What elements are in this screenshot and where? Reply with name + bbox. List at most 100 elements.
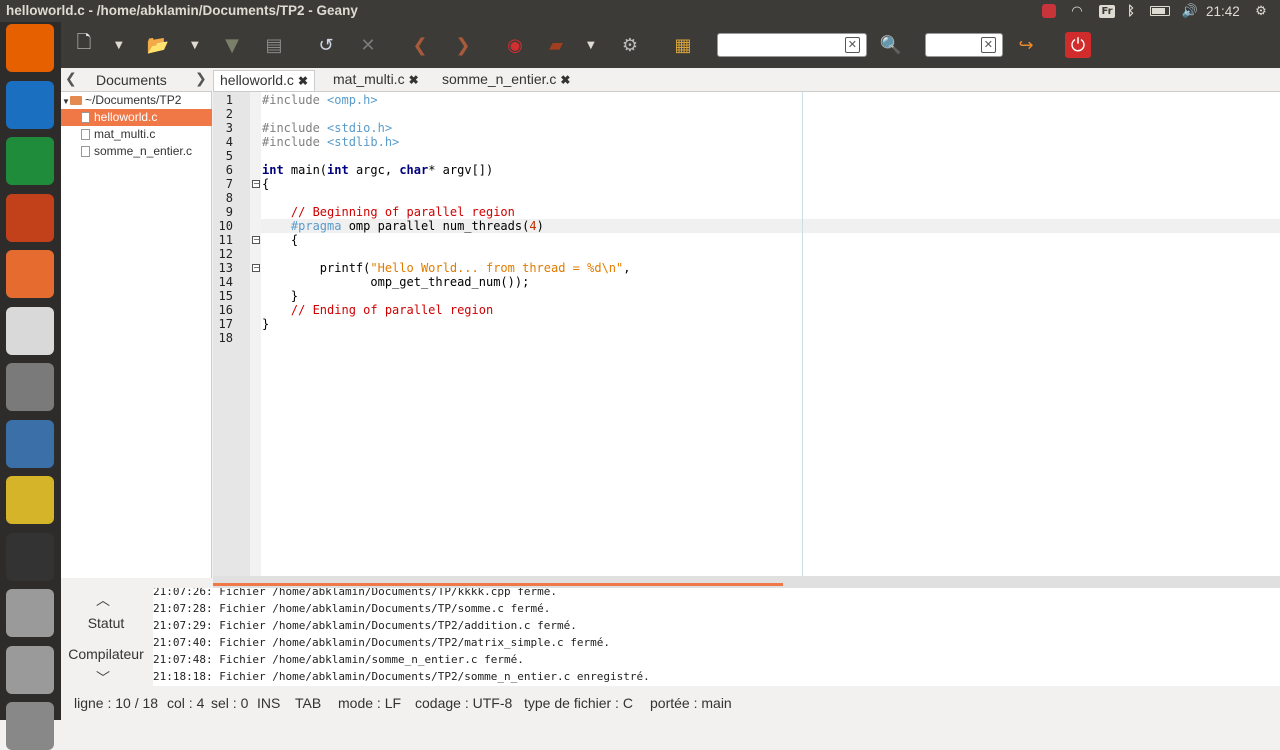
software-center-icon[interactable] — [6, 250, 54, 298]
search-input[interactable]: ✕ — [717, 33, 867, 57]
close-tab-icon[interactable]: ✖ — [560, 73, 570, 87]
save-icon[interactable]: ▼ — [219, 32, 245, 58]
code-token: <omp.h> — [327, 93, 378, 107]
open-dropdown-arrow[interactable]: ▼ — [191, 36, 201, 54]
close-tab-icon[interactable]: ✖ — [298, 74, 308, 88]
code-line[interactable]: #include <stdio.h> — [262, 121, 392, 135]
code-token: #include — [262, 121, 328, 135]
clock[interactable]: 21:42 — [1206, 2, 1240, 20]
execute-icon[interactable]: ⚙ — [617, 32, 643, 58]
fold-toggle-icon[interactable]: − — [252, 180, 260, 188]
folder-row[interactable]: ▼ ~/Documents/TP2 — [61, 92, 212, 109]
revert-icon[interactable]: ↺ — [313, 32, 339, 58]
fold-margin[interactable] — [250, 92, 261, 576]
compile-icon[interactable]: ◉ — [502, 32, 528, 58]
line-number: 9 — [225, 205, 233, 219]
code-token: <stdio.h> — [327, 121, 393, 135]
clear-goto-icon[interactable]: ✕ — [980, 37, 996, 53]
forward-icon[interactable]: ❯ — [450, 32, 476, 58]
log-line: 21:18:18: Fichier /home/abklamin/Documen… — [153, 670, 650, 683]
code-line[interactable]: #include <omp.h> — [262, 93, 378, 107]
top-panel: helloworld.c - /home/abklamin/Documents/… — [0, 0, 1280, 22]
expander-icon[interactable]: ▼ — [62, 93, 70, 110]
terminal-icon[interactable] — [6, 532, 54, 581]
tab-compilateur[interactable]: Compilateur — [61, 646, 151, 662]
file-item[interactable]: helloworld.c — [61, 109, 212, 126]
sidebar-tabbar: ❮ Documents ❯ — [61, 68, 212, 92]
fold-toggle-icon[interactable]: − — [252, 236, 260, 244]
file-item[interactable]: somme_n_entier.c — [61, 143, 212, 160]
tab-statut[interactable]: Statut — [61, 615, 151, 631]
new-dropdown-arrow[interactable]: ▼ — [115, 36, 125, 54]
tab-helloworld[interactable]: helloworld.c ✖ — [213, 70, 315, 91]
code-line[interactable]: { — [262, 233, 298, 247]
code-line[interactable]: int main(int argc, char* argv[]) — [262, 163, 493, 177]
calc-icon[interactable] — [6, 137, 54, 185]
log-line: 21:07:26: Fichier /home/abklamin/Documen… — [153, 588, 557, 598]
battery-icon[interactable] — [1148, 2, 1172, 20]
chevron-up-icon[interactable]: ︿ — [96, 590, 110, 610]
line-number: 5 — [225, 149, 233, 163]
disk-icon[interactable] — [6, 589, 54, 637]
writer-icon[interactable] — [6, 80, 54, 129]
back-icon[interactable]: ❮ — [407, 32, 433, 58]
goto-line-input[interactable]: ✕ — [925, 33, 1003, 57]
find-icon[interactable]: 🔍 — [878, 32, 904, 58]
code-line[interactable]: // Ending of parallel region — [262, 303, 493, 317]
status-encoding: codage : UTF-8 — [415, 695, 513, 711]
system-settings-icon[interactable] — [6, 363, 54, 411]
bluetooth-icon[interactable]: ᛒ — [1124, 2, 1138, 20]
code-line[interactable]: omp_get_thread_num()); — [262, 275, 529, 289]
clear-search-icon[interactable]: ✕ — [844, 37, 860, 53]
file-item[interactable]: mat_multi.c — [61, 126, 212, 143]
scrollbar-thumb[interactable] — [213, 583, 783, 586]
code-token: "Hello World... from thread = %d\n" — [370, 261, 624, 275]
indicator-icon[interactable] — [1040, 2, 1058, 20]
status-log[interactable]: 21:07:26: Fichier /home/abklamin/Documen… — [153, 588, 1280, 686]
sidebar-next-arrow-icon[interactable]: ❯ — [195, 71, 207, 87]
code-token: { — [262, 233, 299, 247]
close-tab-icon[interactable]: ✖ — [409, 73, 419, 87]
close-file-icon[interactable]: ✕ — [355, 32, 381, 58]
code-line[interactable]: } — [262, 317, 269, 331]
code-editor[interactable]: 1 2 3 4 5 6 7 8 9 10 11 12 13 14 15 16 17 18 #include <om… — [213, 92, 1280, 576]
code-line[interactable]: #pragma omp parallel num_threads(4) — [262, 219, 544, 233]
build-dropdown-arrow[interactable]: ▼ — [587, 36, 597, 54]
disk-icon-2[interactable] — [6, 645, 54, 694]
save-all-icon[interactable]: ▤ — [261, 32, 287, 58]
goto-line-icon[interactable]: ↪ — [1013, 32, 1039, 58]
chevron-down-icon[interactable]: ﹀ — [96, 668, 110, 688]
color-chooser-icon[interactable]: ▦ — [670, 32, 696, 58]
geany-icon[interactable] — [6, 476, 54, 524]
line-number: 14 — [218, 275, 233, 289]
status-mode: mode : LF — [338, 695, 402, 711]
volume-icon[interactable]: 🔊 — [1180, 2, 1200, 20]
sidebar-prev-arrow-icon[interactable]: ❮ — [65, 71, 77, 87]
firefox-icon[interactable] — [6, 24, 54, 72]
code-line[interactable]: { — [262, 177, 269, 191]
power-icon[interactable]: ⚙ — [1252, 2, 1270, 20]
quit-icon[interactable]: ⏻ — [1065, 32, 1091, 58]
code-line[interactable]: // Beginning of parallel region — [262, 205, 515, 219]
code-token: // Ending of parallel region — [262, 303, 494, 317]
new-file-icon[interactable]: 🗋 — [71, 32, 97, 58]
code-line[interactable]: printf("Hello World... from thread = %d\… — [262, 261, 631, 275]
tab-somme-n-entier[interactable]: somme_n_entier.c ✖ — [442, 71, 570, 92]
tab-mat-multi[interactable]: mat_multi.c ✖ — [333, 71, 419, 92]
tab-documents[interactable]: Documents — [96, 72, 167, 88]
screenshot-tool-icon[interactable] — [6, 419, 54, 468]
log-line: 21:07:40: Fichier /home/abklamin/Documen… — [153, 636, 610, 649]
trash-icon[interactable] — [6, 702, 54, 750]
horizontal-scrollbar[interactable] — [213, 576, 1280, 588]
impress-icon[interactable] — [6, 193, 54, 242]
code-line[interactable]: } — [262, 289, 298, 303]
build-icon[interactable]: ▰ — [543, 32, 569, 58]
log-line: 21:07:28: Fichier /home/abklamin/Documen… — [153, 602, 551, 615]
fold-toggle-icon[interactable]: − — [252, 264, 260, 272]
code-line[interactable]: #include <stdlib.h> — [262, 135, 399, 149]
keyboard-layout-indicator[interactable]: Fr — [1097, 2, 1117, 20]
wifi-icon[interactable]: ◠ — [1068, 2, 1086, 20]
amazon-icon[interactable] — [6, 306, 54, 355]
open-file-icon[interactable]: 📂 — [145, 32, 171, 58]
